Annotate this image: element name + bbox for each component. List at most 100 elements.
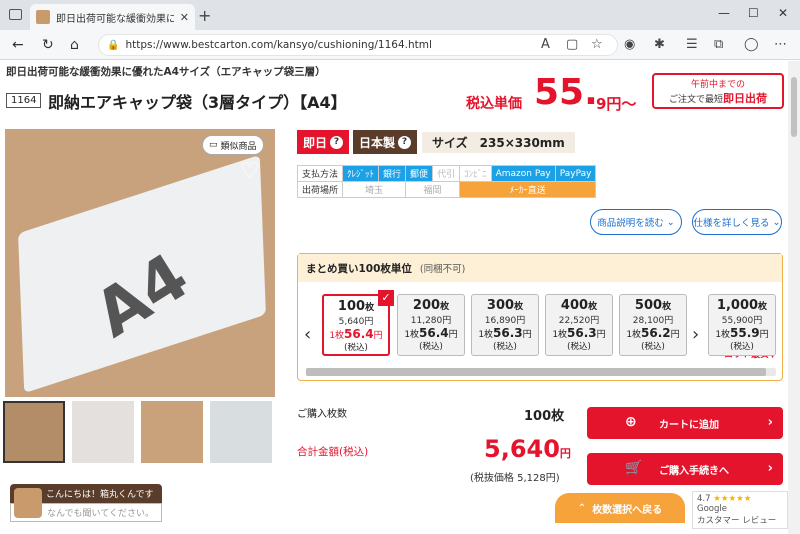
size-label: サイズ 235×330mm [422, 132, 575, 153]
chat-widget[interactable]: こんにちは！箱丸くんです なんでも聞いてください。 [10, 484, 162, 524]
card-qty-unit: 枚 [758, 302, 768, 312]
card-unit-price: 1枚56.3円 [546, 326, 612, 340]
card-yen: 円 [670, 330, 680, 340]
card-per-value: 56.3 [493, 326, 523, 340]
ship-direct: ﾒｰｶｰ直送 [459, 181, 597, 198]
profile-icon[interactable]: ◯ [744, 37, 759, 52]
minimize-icon[interactable]: — [718, 6, 730, 20]
google-brand: Google [697, 504, 727, 514]
similar-items-button[interactable]: ▭ 類似商品 [202, 135, 264, 155]
back-icon[interactable]: ← [12, 37, 24, 53]
sameday-badge[interactable]: 即日? [297, 130, 350, 154]
help-icon: ? [398, 135, 412, 149]
extension-icon[interactable]: ◉ [624, 37, 635, 52]
page-scrollbar[interactable] [788, 61, 800, 534]
chevron-down-icon: ⌄ [772, 216, 781, 228]
puzzle-icon[interactable]: ✱ [654, 37, 665, 52]
thumbnail-3[interactable] [141, 401, 203, 463]
card-total: 5,640円 [338, 317, 374, 327]
thumbnail-4[interactable] [210, 401, 272, 463]
mascot-avatar [14, 488, 42, 518]
qty-card-1000[interactable]: 1,000枚 55,900円 1枚55.9円 (税込) [708, 294, 776, 356]
card-qty-unit: 枚 [588, 302, 598, 312]
sameday-label: 即日 [303, 135, 328, 150]
japan-badge[interactable]: 日本製? [353, 130, 418, 154]
card-total: 22,520円 [558, 316, 600, 326]
bulk-note: (同梱不可) [419, 264, 466, 275]
card-per-prefix: 1枚 [552, 330, 568, 340]
google-review-badge[interactable]: 4.7 ★★★★★ Google カスタマー レビュー [692, 491, 788, 529]
prev-arrow-icon[interactable]: ‹ [304, 324, 311, 345]
view-spec-button[interactable]: 仕様を詳しく見る ⌄ [692, 209, 782, 235]
card-qty-unit: 枚 [662, 302, 672, 312]
maximize-icon[interactable]: ☐ [748, 6, 759, 20]
qty-card-100[interactable]: ✓ 100枚 5,640円 1枚56.4円 (税込) [322, 290, 394, 356]
lock-icon: 🔒 [107, 39, 120, 51]
qty-card-500[interactable]: 500枚 28,100円 1枚56.2円 (税込) [619, 294, 687, 356]
card-tax: (税込) [641, 342, 665, 352]
card-tax: (税込) [344, 343, 368, 353]
close-window-icon[interactable]: ✕ [778, 6, 788, 20]
card-qty-number: 100 [337, 299, 366, 314]
card-unit-price: 1枚56.4円 [398, 326, 464, 340]
qty-card-400[interactable]: 400枚 22,520円 1枚56.3円 (税込) [545, 294, 613, 356]
card-yen: 円 [596, 330, 606, 340]
card-qty: 200枚 [398, 298, 464, 313]
add-to-cart-button[interactable]: ⊕ カートに追加 › [587, 407, 783, 439]
qty-card-300[interactable]: 300枚 16,890円 1枚56.3円 (税込) [471, 294, 539, 356]
card-per-value: 56.4 [419, 326, 449, 340]
favorite-star-icon[interactable]: ☆ [591, 37, 603, 52]
card-per-value: 56.3 [567, 326, 597, 340]
browser-tab[interactable]: 即日出荷可能な緩衝効果に優れた ✕ [30, 4, 195, 30]
refresh-icon[interactable]: ↻ [42, 37, 54, 53]
tab-actions-icon[interactable] [9, 9, 22, 20]
pay-postal: 郵便 [405, 165, 434, 182]
next-arrow-icon[interactable]: › [692, 324, 699, 345]
total-label: 合計金額(税込) [297, 446, 369, 458]
page-content: 即日出荷可能な緩衝効果に優れたA4サイズ（エアキャップ袋三層） 1164 即納エ… [0, 61, 800, 534]
immersive-reader-icon[interactable]: ▢ [566, 37, 578, 52]
collections-icon[interactable]: ⧉ [714, 37, 723, 52]
card-total: 16,890円 [484, 316, 526, 326]
card-per-prefix: 1枚 [715, 330, 731, 340]
google-rating: 4.7 [697, 494, 711, 504]
back-to-qty-button[interactable]: ⌃ 枚数選択へ戻る [555, 493, 685, 523]
read-aloud-icon[interactable]: A [541, 37, 550, 52]
card-per-value: 55.9 [730, 326, 760, 340]
bulk-scroll-thumb[interactable] [306, 368, 766, 376]
qty-card-200[interactable]: 200枚 11,280円 1枚56.4円 (税込) [397, 294, 465, 356]
ex-tax-price: (税抜価格 5,128円) [470, 473, 560, 484]
card-tax: (税込) [419, 342, 443, 352]
product-main-image[interactable]: A4 [5, 129, 275, 397]
home-icon[interactable]: ⌂ [70, 37, 79, 53]
close-tab-icon[interactable]: ✕ [180, 11, 189, 24]
card-yen: 円 [522, 330, 532, 340]
bulk-scrollbar[interactable] [306, 368, 776, 376]
read-description-button[interactable]: 商品説明を読む ⌄ [590, 209, 682, 235]
page-scroll-thumb[interactable] [791, 77, 797, 137]
google-reviews-label: カスタマー レビュー [697, 516, 777, 526]
url-field[interactable]: 🔒 https://www.bestcarton.com/kansyo/cush… [98, 34, 618, 56]
new-tab-icon[interactable]: + [198, 6, 211, 25]
shipping-line2-em: 即日出荷 [723, 92, 767, 105]
card-unit-price: 1枚56.2円 [620, 326, 686, 340]
bulk-header: まとめ買い100枚単位 (同梱不可) [298, 254, 782, 282]
quantity-value: 100枚 [524, 409, 565, 424]
box-icon: ▭ [209, 140, 218, 150]
price-label: 税込単価 [466, 96, 522, 112]
product-code: 1164 [6, 93, 42, 108]
more-menu-icon[interactable]: ⋯ [774, 37, 787, 52]
favorites-icon[interactable]: ☰ [686, 37, 698, 52]
thumbnail-1[interactable] [3, 401, 65, 463]
total-amount: 5,640 [484, 435, 560, 463]
price-integer: 55. [534, 72, 598, 113]
favorite-heart-icon[interactable]: ♡ [240, 159, 260, 184]
japan-label: 日本製 [359, 135, 396, 150]
thumbnail-2[interactable] [72, 401, 134, 463]
checkout-button[interactable]: 🛒 ご購入手続きへ › [587, 453, 783, 485]
site-favicon-icon [36, 10, 50, 24]
card-tax: (税込) [567, 342, 591, 352]
card-qty-unit: 枚 [365, 303, 375, 313]
card-per-prefix: 1枚 [478, 330, 494, 340]
thumbnail-strip [3, 401, 272, 463]
